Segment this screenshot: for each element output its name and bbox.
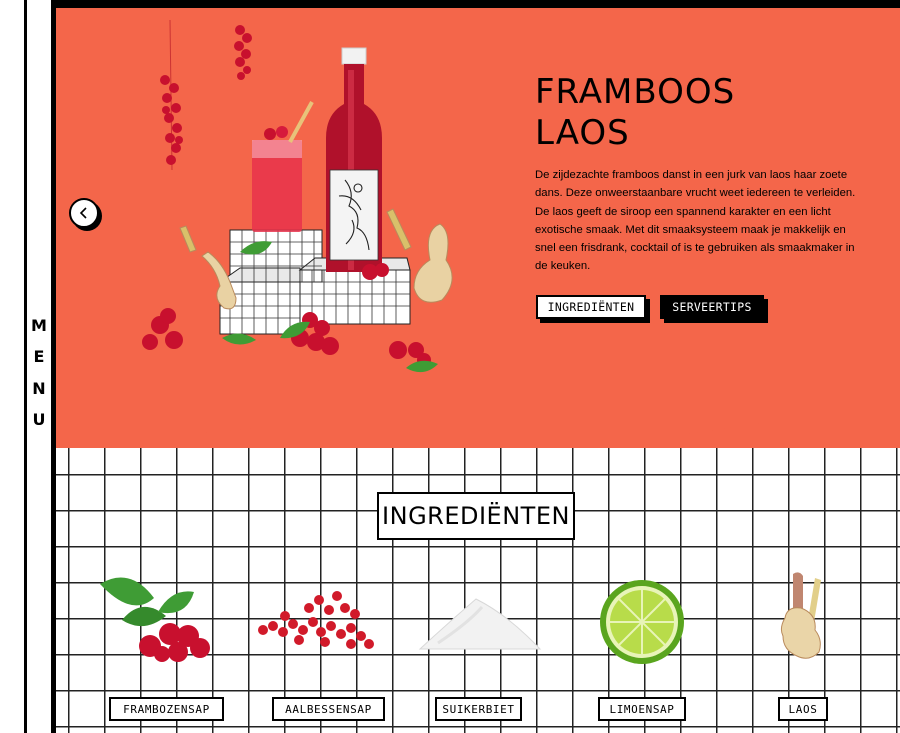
chevron-left-icon	[79, 207, 87, 219]
hero-section: FRAMBOOS LAOS De zijdezachte framboos da…	[56, 8, 900, 448]
ingredient-label-aalbessensap[interactable]: AALBESSENSAP	[272, 697, 385, 721]
ingredient-label-limoensap[interactable]: LIMOENSAP	[598, 697, 686, 721]
ingredients-section-title: INGREDIËNTEN	[377, 492, 575, 540]
lime-icon	[600, 580, 684, 664]
hero-wave-edge	[56, 410, 900, 440]
product-illustration	[142, 20, 453, 373]
bottle-icon	[326, 47, 382, 272]
previous-slide-button[interactable]	[69, 198, 99, 228]
product-title: FRAMBOOS LAOS	[535, 72, 735, 154]
menu-button[interactable]: M E N U	[27, 318, 51, 428]
ingredient-label-laos[interactable]: LAOS	[778, 697, 828, 721]
raspberry-icon	[100, 577, 210, 662]
product-title-line1: FRAMBOOS	[535, 72, 736, 112]
ingredients-button[interactable]: INGREDIËNTEN	[536, 295, 646, 319]
hanging-currants-icon	[160, 20, 252, 171]
product-description: De zijdezachte framboos danst in een jur…	[535, 169, 856, 273]
product-title-line2: LAOS	[535, 113, 630, 153]
menu-letter: E	[33, 347, 45, 367]
menu-letter: N	[32, 378, 46, 398]
sidebar: M E N U	[24, 0, 56, 733]
serving-tips-button[interactable]: SERVEERTIPS	[660, 295, 764, 319]
menu-letter: U	[32, 409, 46, 429]
sugar-icon	[418, 598, 542, 650]
galangal-icon	[780, 572, 821, 659]
menu-letter: M	[31, 316, 47, 335]
ingredient-label-frambozensap[interactable]: FRAMBOZENSAP	[109, 697, 224, 721]
top-border	[56, 0, 900, 8]
ingredient-label-suikerbiet[interactable]: SUIKERBIET	[435, 697, 522, 721]
redcurrant-icon	[258, 591, 374, 649]
glass-icon	[252, 101, 314, 232]
